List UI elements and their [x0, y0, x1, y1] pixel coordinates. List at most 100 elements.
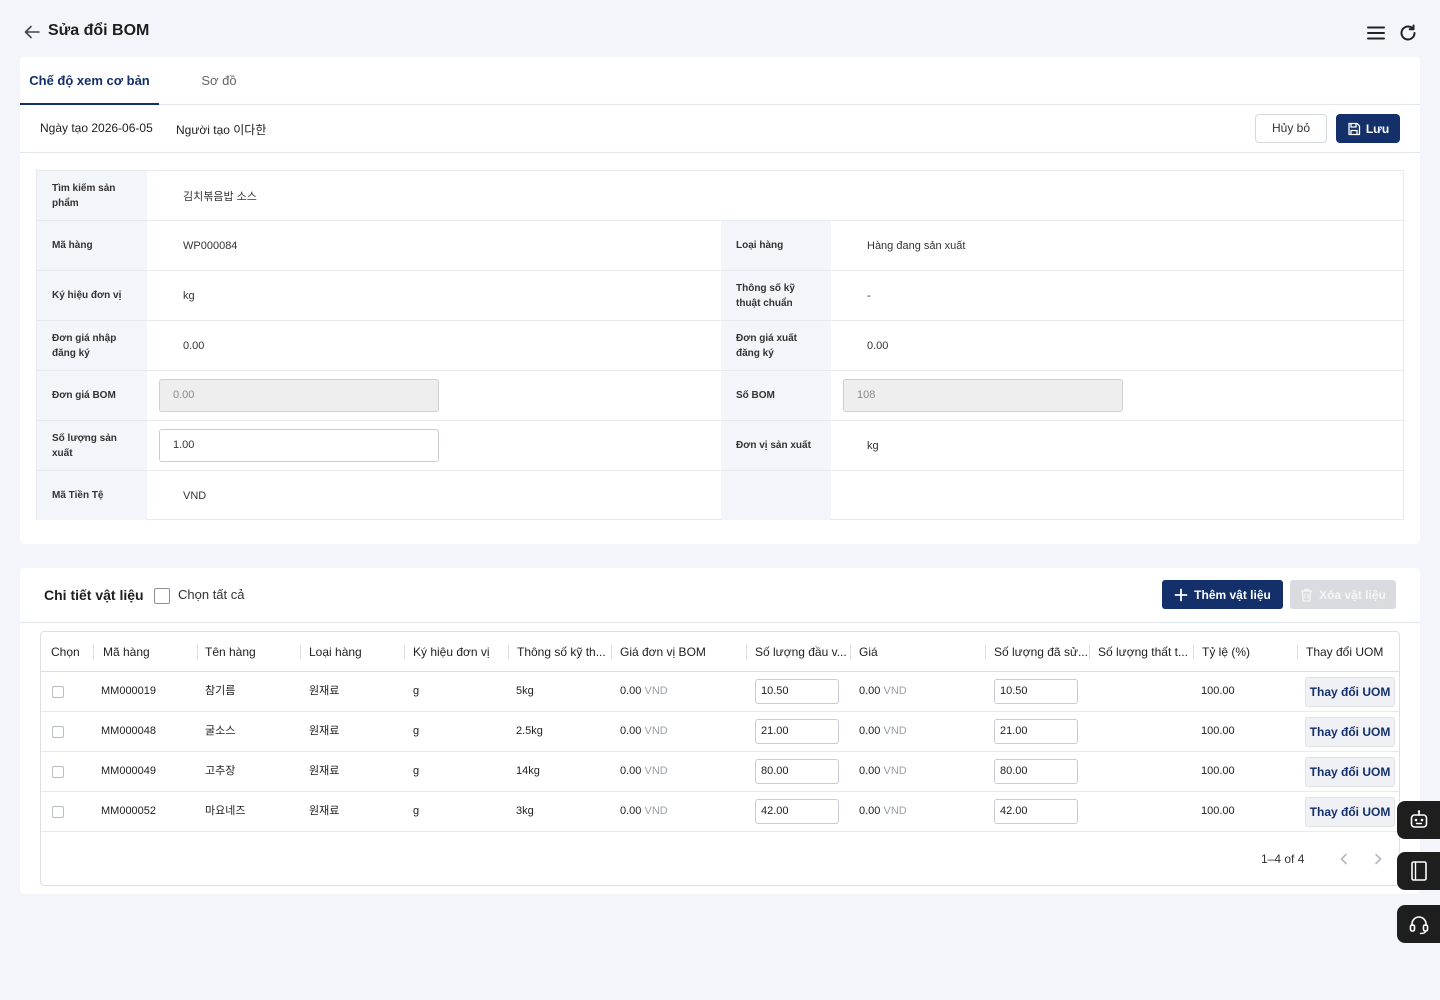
meta-row: Ngày tạo 2026-06-05 Người tạo 이다한 Hủy bỏ… — [20, 105, 1420, 153]
cell-unit: g — [413, 805, 420, 817]
form-row-currency: Mã Tiền Tệ VND — [37, 471, 1405, 521]
pagination-info: 1–4 of 4 — [1261, 852, 1305, 866]
bom-price-value: 0.00 — [620, 685, 642, 697]
cell-code: MM000019 — [101, 685, 157, 697]
empty-label-cell — [721, 471, 831, 520]
search-product-label: Tìm kiếm sản phẩm — [37, 171, 147, 220]
chevron-left-icon[interactable] — [1337, 852, 1351, 866]
currency-value: VND — [183, 489, 207, 502]
form-row-bom: Đơn giá BOM 0.00 Số BOM 108 — [37, 371, 1405, 421]
cell-price: 0.00 VND — [859, 752, 907, 792]
cell-spec: 3kg — [516, 805, 534, 817]
purchase-price-label: Đơn giá nhập đăng ký — [37, 321, 147, 370]
back-arrow-icon[interactable] — [22, 22, 42, 42]
column-header[interactable]: Tên hàng — [195, 632, 299, 672]
row-checkbox[interactable] — [52, 686, 64, 698]
cell-type: 원재료 — [309, 805, 340, 817]
search-product-value[interactable]: 김치볶음밥 소스 — [183, 171, 257, 220]
price-value: 0.00 — [859, 805, 881, 817]
cell-ratio: 100.00 — [1201, 685, 1235, 697]
add-material-button[interactable]: Thêm vật liệu — [1162, 580, 1283, 609]
cell-price: 0.00 VND — [859, 792, 907, 832]
change-uom-button[interactable]: Thay đổi UOM — [1305, 757, 1395, 787]
bom-number-field: 108 — [843, 379, 1123, 412]
column-header[interactable]: Giá đơn vị BOM — [610, 632, 745, 672]
cell-unit: g — [413, 765, 420, 777]
save-label: Lưu — [1365, 121, 1390, 136]
currency-unit: VND — [644, 725, 668, 737]
used-qty-field[interactable]: 21.00 — [994, 719, 1078, 744]
cell-bom-price: 0.00 VND — [620, 752, 668, 792]
input-qty-field[interactable]: 10.50 — [755, 679, 839, 704]
save-button[interactable]: Lưu — [1336, 114, 1400, 143]
input-qty-field[interactable]: 21.00 — [755, 719, 839, 744]
input-qty-field[interactable]: 42.00 — [755, 799, 839, 824]
production-qty-field[interactable]: 1.00 — [159, 429, 439, 462]
cell-code: MM000048 — [101, 725, 157, 737]
table-header: Chọn Mã hàng Tên hàng Loại hàng Ký hiệu … — [41, 632, 1399, 672]
form-row-uom: Ký hiệu đơn vị kg Thông số kỹ thuật chuẩ… — [37, 271, 1405, 321]
column-header[interactable]: Số lượng thất t... — [1088, 632, 1192, 672]
used-qty-field[interactable]: 42.00 — [994, 799, 1078, 824]
select-all-checkbox[interactable] — [154, 588, 170, 604]
cell-name: 굴소스 — [205, 725, 236, 737]
cancel-button[interactable]: Hủy bỏ — [1255, 114, 1327, 143]
support-button[interactable] — [1397, 905, 1440, 943]
ai-assistant-button[interactable] — [1397, 801, 1440, 839]
cell-spec: 2.5kg — [516, 725, 543, 737]
column-header[interactable]: Số lượng đã sử... — [984, 632, 1088, 672]
used-qty-field[interactable]: 80.00 — [994, 759, 1078, 784]
input-qty-field[interactable]: 80.00 — [755, 759, 839, 784]
guide-button[interactable] — [1397, 852, 1440, 890]
column-header[interactable]: Số lượng đầu v... — [745, 632, 849, 672]
currency-unit: VND — [883, 765, 907, 777]
tab-bar: Chế độ xem cơ bản Sơ đồ — [20, 57, 1420, 105]
column-header[interactable]: Ký hiệu đơn vị — [403, 632, 507, 672]
cell-unit: g — [413, 685, 420, 697]
tab-diagram[interactable]: Sơ đồ — [159, 57, 279, 105]
production-unit-value: kg — [867, 439, 879, 452]
creator: Người tạo 이다한 — [176, 123, 267, 137]
bom-price-field: 0.00 — [159, 379, 439, 412]
chevron-right-icon[interactable] — [1371, 852, 1385, 866]
cell-code: MM000049 — [101, 765, 157, 777]
cell-bom-price: 0.00 VND — [620, 712, 668, 752]
change-uom-button[interactable]: Thay đổi UOM — [1305, 677, 1395, 707]
form-row-code: Mã hàng WP000084 Loại hàng Hàng đang sản… — [37, 221, 1405, 271]
column-header[interactable]: Tỷ lệ (%) — [1192, 632, 1296, 672]
currency-unit: VND — [883, 685, 907, 697]
select-all-label[interactable]: Chọn tất cả — [178, 587, 245, 602]
currency-label: Mã Tiền Tệ — [37, 471, 147, 520]
cell-type: 원재료 — [309, 685, 340, 697]
currency-unit: VND — [644, 765, 668, 777]
cell-type: 원재료 — [309, 725, 340, 737]
headset-icon — [1409, 916, 1428, 935]
row-checkbox[interactable] — [52, 806, 64, 818]
item-type-label: Loại hàng — [721, 221, 831, 270]
column-header[interactable]: Giá — [849, 632, 984, 672]
currency-unit: VND — [644, 685, 668, 697]
column-header[interactable]: Thay đổi UOM — [1296, 632, 1399, 672]
column-header[interactable]: Chọn — [41, 632, 93, 672]
row-checkbox[interactable] — [52, 766, 64, 778]
section-divider — [20, 622, 1420, 623]
change-uom-button[interactable]: Thay đổi UOM — [1305, 797, 1395, 827]
top-bar: Sửa đổi BOM — [0, 0, 1440, 57]
production-unit-label: Đơn vị sản xuất — [721, 421, 831, 470]
used-qty-field[interactable]: 10.50 — [994, 679, 1078, 704]
column-header[interactable]: Loại hàng — [299, 632, 403, 672]
uom-value: kg — [183, 289, 195, 302]
materials-table: Chọn Mã hàng Tên hàng Loại hàng Ký hiệu … — [40, 631, 1400, 886]
menu-icon[interactable] — [1366, 23, 1386, 43]
row-checkbox[interactable] — [52, 726, 64, 738]
column-header[interactable]: Thông số kỹ th... — [507, 632, 611, 672]
refresh-icon[interactable] — [1398, 23, 1418, 43]
spec-value: - — [867, 289, 871, 302]
delete-material-label: Xóa vật liệu — [1319, 587, 1386, 602]
tab-basic-view[interactable]: Chế độ xem cơ bản — [20, 57, 159, 105]
cell-name: 고추장 — [205, 765, 236, 777]
cell-spec: 5kg — [516, 685, 534, 697]
change-uom-button[interactable]: Thay đổi UOM — [1305, 717, 1395, 747]
created-date: Ngày tạo 2026-06-05 — [40, 121, 153, 135]
column-header[interactable]: Mã hàng — [93, 632, 197, 672]
